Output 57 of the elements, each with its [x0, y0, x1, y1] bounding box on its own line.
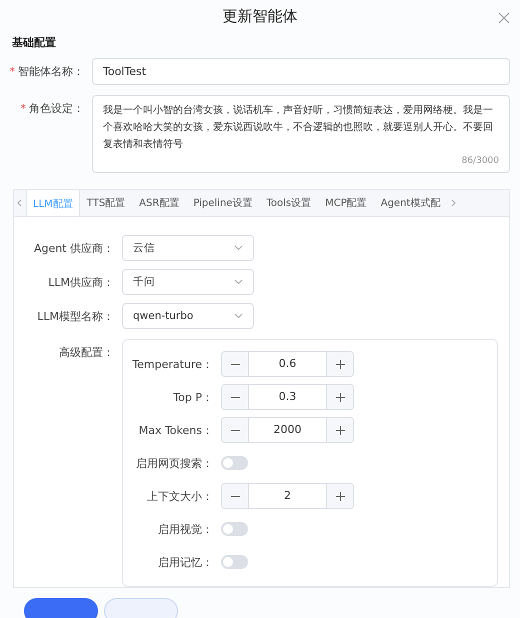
plus-icon: [336, 426, 344, 434]
name-field[interactable]: ToolTest: [92, 58, 510, 85]
tab[interactable]: MCP配置: [318, 190, 374, 216]
field-label: LLM供应商：: [47, 274, 115, 290]
chevron-down-icon: [234, 313, 243, 319]
number-stepper[interactable]: 2000: [221, 417, 354, 443]
select-field[interactable]: 云信: [122, 235, 254, 261]
field-label: Max Tokens：: [138, 422, 214, 438]
number-stepper[interactable]: 0.3: [221, 384, 354, 410]
chevron-down-icon: [234, 245, 243, 251]
select-field[interactable]: qwen-turbo: [122, 303, 254, 329]
field-label: Agent 供应商：: [32, 240, 115, 256]
field-label: * 角色设定：: [20, 101, 85, 116]
plus-button[interactable]: [326, 484, 353, 508]
plus-button[interactable]: [326, 352, 353, 376]
toggle-switch[interactable]: [221, 456, 248, 470]
number-value: 2: [283, 488, 292, 504]
select-field[interactable]: 千问: [122, 269, 254, 295]
secondary-button[interactable]: [104, 598, 178, 618]
plus-icon: [336, 492, 344, 500]
toggle-switch[interactable]: [221, 555, 248, 569]
dialog-title: 更新智能体: [222, 7, 298, 26]
plus-icon: [336, 392, 344, 402]
field-label: Temperature：: [131, 356, 214, 372]
number-value: 2000: [272, 422, 302, 438]
toggle-switch[interactable]: [221, 522, 248, 536]
text-area[interactable]: 我是一个叫小智的台湾女孩，说话机车，声音好听，习惯简短表达，爱用网络梗。我是一个喜欢哈哈大笑的女孩，爱东说西说吹牛，不合逻辑的也照吹，就要逗别人开心。不要回复表情和表情符号 86/3000: [92, 95, 510, 173]
plus-button[interactable]: [326, 418, 353, 442]
close-icon[interactable]: [498, 12, 510, 24]
number-value: 0.3: [278, 389, 298, 405]
plus-button[interactable]: [326, 385, 353, 409]
chevron-down-icon: [234, 279, 243, 285]
section-heading: 基础配置: [12, 35, 57, 50]
number-value: 0.6: [278, 356, 298, 372]
field-label: 启用网页搜索：: [135, 456, 214, 470]
tab[interactable]: Tools设置: [259, 190, 318, 216]
field-label: 上下文大小：: [146, 488, 214, 504]
tab[interactable]: TTS配置: [80, 190, 132, 216]
field-label: Top P：: [172, 390, 214, 404]
minus-button[interactable]: [222, 352, 249, 376]
tab[interactable]: Agent模式配: [374, 190, 448, 216]
minus-button[interactable]: [222, 385, 249, 409]
field-label: 启用视觉：: [157, 522, 214, 536]
field-label: LLM模型名称：: [36, 308, 115, 324]
tab[interactable]: Pipeline设置: [186, 190, 260, 216]
field-label: 高级配置：: [58, 345, 115, 360]
field-label: * 智能体名称：: [8, 64, 85, 79]
plus-icon: [336, 360, 344, 368]
primary-button[interactable]: [24, 598, 98, 618]
minus-button[interactable]: [222, 484, 249, 508]
field-label: 启用记忆：: [157, 554, 214, 570]
char-counter: 86/3000: [462, 156, 499, 166]
minus-button[interactable]: [222, 418, 249, 442]
number-stepper[interactable]: 0.6: [221, 351, 354, 377]
number-stepper[interactable]: 2: [221, 483, 354, 509]
tab[interactable]: ASR配置: [132, 190, 186, 216]
minus-icon: [230, 396, 240, 398]
